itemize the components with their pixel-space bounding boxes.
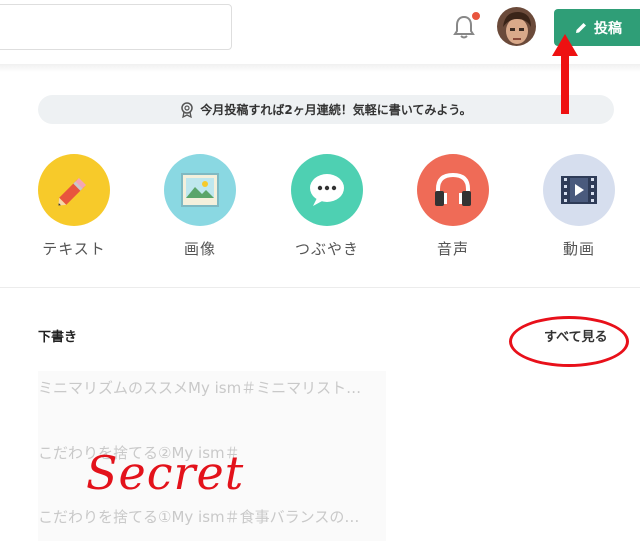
post-type-video[interactable]: 動画 [534, 154, 624, 259]
post-type-image[interactable]: 画像 [155, 154, 245, 259]
annotation-circle [509, 316, 629, 367]
section-divider [0, 287, 640, 288]
post-type-audio[interactable]: 音声 [408, 154, 498, 259]
list-item[interactable]: こだわりを捨てる①My ism＃食事バランスの… [38, 506, 386, 527]
post-type-image-label: 画像 [183, 240, 216, 258]
annotation-secret-text: Secret [86, 446, 245, 500]
post-type-murmur-label: つぶやき [294, 240, 359, 258]
tip-text: 今月投稿すれば2ヶ月連続！気軽に書いてみよう。 [200, 103, 472, 117]
post-button-label: 投稿 [594, 20, 622, 37]
post-type-text[interactable]: テキスト [29, 154, 119, 259]
film-icon [543, 154, 615, 226]
headphones-icon [417, 154, 489, 226]
pencil-icon [576, 22, 586, 33]
post-type-text-label: テキスト [42, 240, 106, 258]
speech-bubble-icon [291, 154, 363, 226]
post-type-selector: テキスト 画像 つぶやき 音声 動画 [0, 154, 640, 264]
drafts-heading: 下書き [38, 330, 78, 345]
post-type-murmur[interactable]: つぶやき [282, 154, 372, 259]
posting-tip-banner: 今月投稿すれば2ヶ月連続！気軽に書いてみよう。 [38, 95, 614, 124]
notification-badge [471, 11, 481, 21]
annotation-arrow [552, 34, 578, 114]
post-type-video-label: 動画 [562, 240, 595, 258]
post-type-audio-label: 音声 [436, 240, 469, 258]
badge-icon [181, 101, 194, 118]
avatar[interactable] [497, 7, 536, 46]
image-icon [164, 154, 236, 226]
panel-shadow [0, 64, 640, 72]
search-input[interactable] [0, 4, 232, 50]
pencil-icon [38, 154, 110, 226]
list-item[interactable]: ミニマリズムのススメMy ism＃ミニマリスト… [38, 377, 386, 398]
